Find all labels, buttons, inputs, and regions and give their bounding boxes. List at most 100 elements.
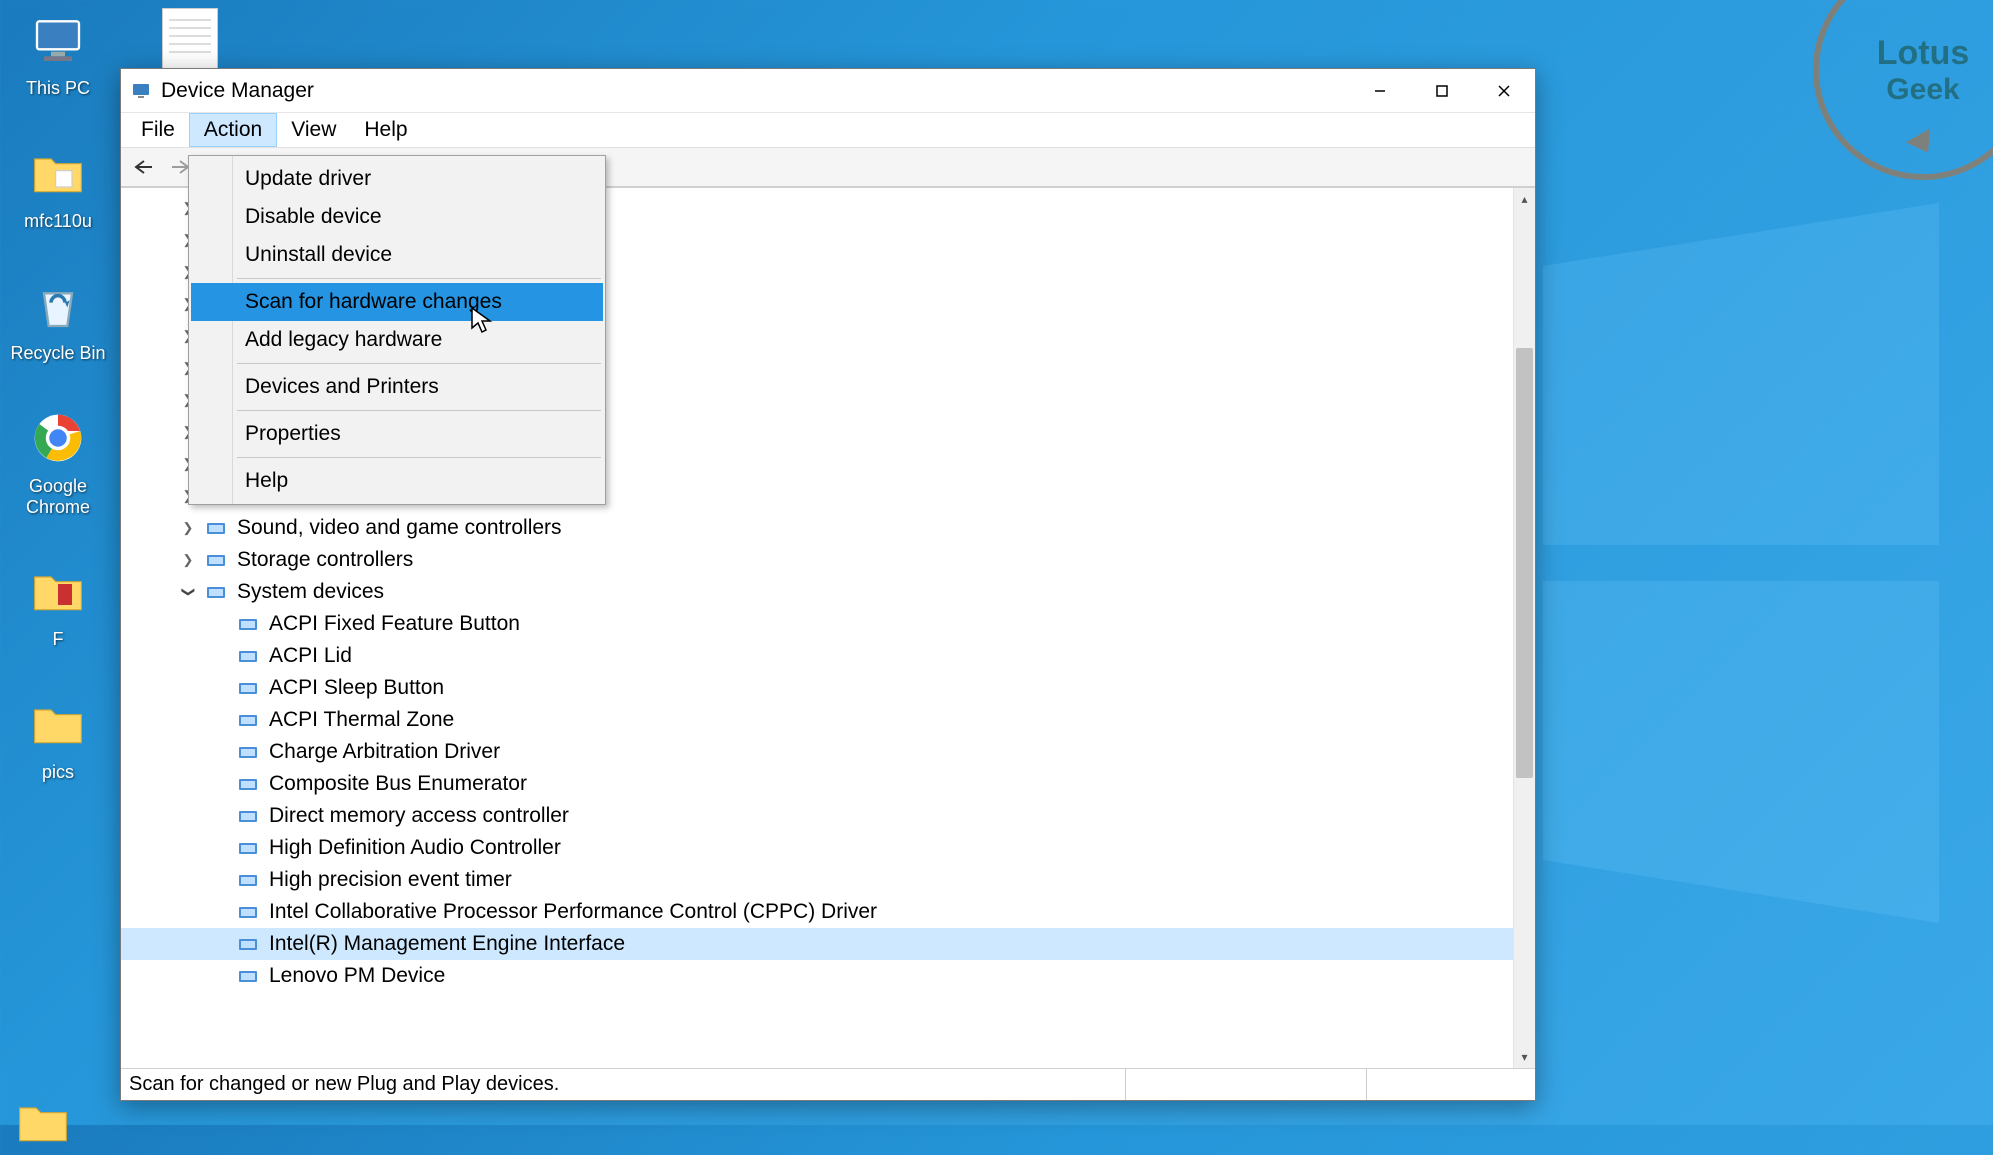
tree-device-item[interactable]: High precision event timer bbox=[121, 864, 1535, 896]
expand-icon[interactable] bbox=[179, 583, 197, 601]
watermark-line2: Geek bbox=[1886, 73, 1959, 107]
tree-device-item[interactable]: ACPI Lid bbox=[121, 640, 1535, 672]
tree-device-item[interactable]: Lenovo PM Device bbox=[121, 960, 1535, 992]
category-icon bbox=[205, 518, 227, 538]
menu-action[interactable]: Action bbox=[189, 113, 277, 147]
menu-help[interactable]: Help bbox=[350, 113, 421, 147]
desktop-icon-this-pc[interactable]: This PC bbox=[8, 8, 108, 99]
context-menu-item[interactable]: Update driver bbox=[191, 160, 603, 198]
device-icon bbox=[237, 678, 259, 698]
expand-icon[interactable] bbox=[179, 519, 197, 537]
device-icon bbox=[237, 806, 259, 826]
tree-label: Direct memory access controller bbox=[269, 804, 569, 828]
tree-device-item[interactable]: High Definition Audio Controller bbox=[121, 832, 1535, 864]
device-icon bbox=[237, 774, 259, 794]
tree-label: ACPI Sleep Button bbox=[269, 676, 444, 700]
context-menu-separator bbox=[237, 410, 601, 411]
device-icon bbox=[237, 934, 259, 954]
tree-device-item[interactable]: ACPI Fixed Feature Button bbox=[121, 608, 1535, 640]
context-menu-separator bbox=[237, 457, 601, 458]
tree-device-item[interactable]: Direct memory access controller bbox=[121, 800, 1535, 832]
context-menu-item[interactable]: Help bbox=[191, 462, 603, 500]
desktop-icon-label: Google Chrome bbox=[8, 476, 108, 517]
desktop-icon-label: Recycle Bin bbox=[8, 343, 108, 364]
desktop-text-file[interactable] bbox=[150, 8, 230, 76]
scroll-up-icon[interactable]: ▴ bbox=[1514, 188, 1535, 210]
device-icon bbox=[237, 646, 259, 666]
tree-label: High precision event timer bbox=[269, 868, 512, 892]
titlebar[interactable]: Device Manager bbox=[121, 69, 1535, 113]
spacer bbox=[211, 775, 229, 793]
spacer bbox=[211, 807, 229, 825]
spacer bbox=[211, 743, 229, 761]
tree-label: System devices bbox=[237, 580, 384, 604]
folder-icon bbox=[26, 559, 90, 623]
this-pc-icon bbox=[26, 8, 90, 72]
spacer bbox=[211, 647, 229, 665]
context-menu-item[interactable]: Devices and Printers bbox=[191, 368, 603, 406]
tree-device-item[interactable]: Charge Arbitration Driver bbox=[121, 736, 1535, 768]
tree-device-item[interactable]: Composite Bus Enumerator bbox=[121, 768, 1535, 800]
desktop-icons: This PC mfc110u Recycle Bin Google Chrom… bbox=[8, 8, 118, 825]
desktop-icon-pics[interactable]: pics bbox=[8, 692, 108, 783]
desktop-icon-f[interactable]: F bbox=[8, 559, 108, 650]
recycle-bin-icon bbox=[26, 273, 90, 337]
menu-file[interactable]: File bbox=[127, 113, 189, 147]
tree-category[interactable]: System devices bbox=[121, 576, 1535, 608]
folder-icon bbox=[26, 141, 90, 205]
tree-device-item[interactable]: Intel(R) Management Engine Interface bbox=[121, 928, 1535, 960]
device-icon bbox=[237, 966, 259, 986]
spacer bbox=[211, 679, 229, 697]
tree-label: ACPI Thermal Zone bbox=[269, 708, 454, 732]
desktop-icon-label: This PC bbox=[8, 78, 108, 99]
desktop-icon-label: F bbox=[8, 629, 108, 650]
tree-label: Lenovo PM Device bbox=[269, 964, 445, 988]
desktop-icon-mfc110u[interactable]: mfc110u bbox=[8, 141, 108, 232]
spacer bbox=[211, 935, 229, 953]
desktop-icon-chrome[interactable]: Google Chrome bbox=[8, 406, 108, 517]
device-icon bbox=[237, 710, 259, 730]
expand-icon[interactable] bbox=[179, 551, 197, 569]
tree-label: Intel Collaborative Processor Performanc… bbox=[269, 900, 877, 924]
spacer bbox=[211, 967, 229, 985]
context-menu-item[interactable]: Add legacy hardware bbox=[191, 321, 603, 359]
spacer bbox=[211, 839, 229, 857]
menu-view[interactable]: View bbox=[277, 113, 350, 147]
desktop-icon-recycle-bin[interactable]: Recycle Bin bbox=[8, 273, 108, 364]
device-icon bbox=[237, 614, 259, 634]
scroll-thumb[interactable] bbox=[1516, 348, 1533, 778]
scroll-down-icon[interactable]: ▾ bbox=[1514, 1046, 1535, 1068]
tree-category[interactable]: Sound, video and game controllers bbox=[121, 512, 1535, 544]
statusbar: Scan for changed or new Plug and Play de… bbox=[121, 1068, 1535, 1100]
context-menu-item[interactable]: Disable device bbox=[191, 198, 603, 236]
vertical-scrollbar[interactable]: ▴ ▾ bbox=[1513, 188, 1535, 1068]
tree-label: ACPI Lid bbox=[269, 644, 352, 668]
context-menu-separator bbox=[237, 363, 601, 364]
device-icon bbox=[237, 870, 259, 890]
action-context-menu: Update driverDisable deviceUninstall dev… bbox=[188, 155, 606, 505]
context-menu-item[interactable]: Scan for hardware changes bbox=[191, 283, 603, 321]
desktop-icon-label: mfc110u bbox=[8, 211, 108, 232]
maximize-button[interactable] bbox=[1411, 69, 1473, 113]
spacer bbox=[211, 615, 229, 633]
device-manager-icon bbox=[131, 81, 151, 101]
window-title: Device Manager bbox=[161, 79, 314, 103]
context-menu-item[interactable]: Properties bbox=[191, 415, 603, 453]
desktop-icon-label: pics bbox=[8, 762, 108, 783]
spacer bbox=[211, 711, 229, 729]
toolbar-back-button[interactable] bbox=[129, 152, 159, 182]
tree-label: Composite Bus Enumerator bbox=[269, 772, 527, 796]
close-button[interactable] bbox=[1473, 69, 1535, 113]
device-icon bbox=[237, 742, 259, 762]
tree-label: Charge Arbitration Driver bbox=[269, 740, 500, 764]
spacer bbox=[211, 871, 229, 889]
tree-device-item[interactable]: Intel Collaborative Processor Performanc… bbox=[121, 896, 1535, 928]
context-menu-item[interactable]: Uninstall device bbox=[191, 236, 603, 274]
tree-category[interactable]: Storage controllers bbox=[121, 544, 1535, 576]
tree-device-item[interactable]: ACPI Thermal Zone bbox=[121, 704, 1535, 736]
chrome-icon bbox=[26, 406, 90, 470]
tree-label: Sound, video and game controllers bbox=[237, 516, 562, 540]
minimize-button[interactable] bbox=[1349, 69, 1411, 113]
tree-device-item[interactable]: ACPI Sleep Button bbox=[121, 672, 1535, 704]
device-icon bbox=[237, 838, 259, 858]
